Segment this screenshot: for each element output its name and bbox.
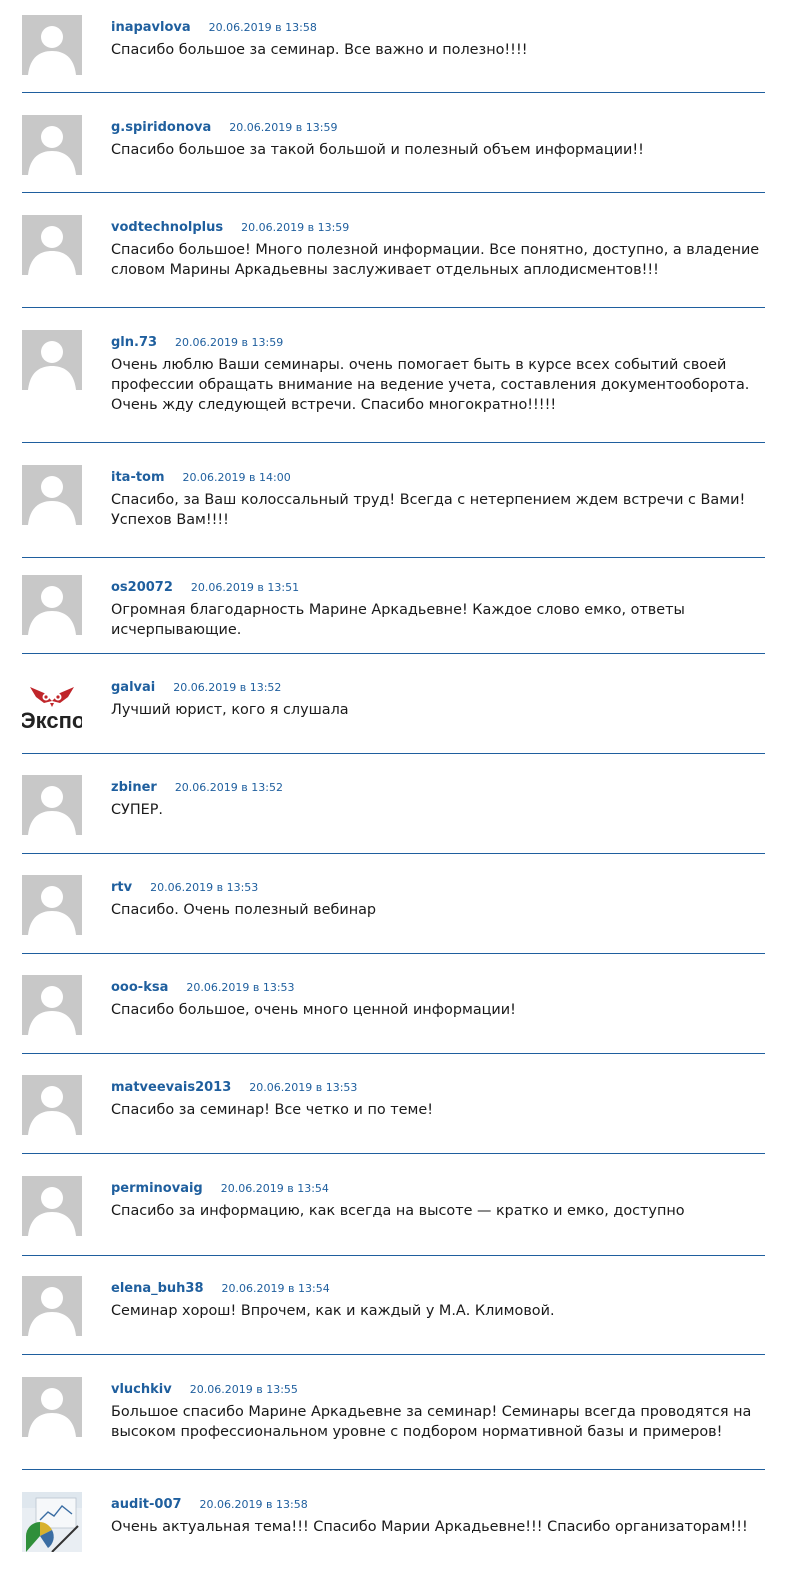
comment-text: Спасибо большое за семинар. Все важно и … (111, 42, 528, 58)
comment-divider (22, 953, 765, 954)
comment-divider (22, 1255, 765, 1256)
comment-text: Очень люблю Ваши семинары. очень помогае… (111, 357, 750, 413)
comment-author-link[interactable]: ita-tom (111, 470, 165, 485)
comment-meta: elena_buh38 20.06.2019 в 13:54 (111, 1279, 330, 1297)
comment-date-link[interactable]: 20.06.2019 в 13:53 (150, 881, 258, 894)
comment-text: Спасибо, за Ваш колоссальный труд! Всегд… (111, 492, 746, 528)
comment-author-link[interactable]: inapavlova (111, 20, 191, 35)
comment-text: Спасибо за информацию, как всегда на выс… (111, 1203, 685, 1219)
comment-divider (22, 557, 765, 558)
comment-date-link[interactable]: 20.06.2019 в 13:54 (221, 1182, 329, 1195)
default-avatar-icon (22, 15, 82, 75)
logo-text: Экспо (22, 708, 82, 733)
comment-divider (22, 1053, 765, 1054)
comment-text: Лучший юрист, кого я слушала (111, 702, 349, 718)
comment-date-link[interactable]: 20.06.2019 в 13:51 (191, 581, 299, 594)
comment-divider (22, 1153, 765, 1154)
comment-meta: audit-007 20.06.2019 в 13:58 (111, 1495, 308, 1513)
comment-author-link[interactable]: os20072 (111, 580, 173, 595)
comment-author-link[interactable]: g.spiridonova (111, 120, 211, 135)
comment-meta: os20072 20.06.2019 в 13:51 (111, 578, 299, 596)
comment-author-link[interactable]: perminovaig (111, 1181, 203, 1196)
default-avatar-icon (22, 330, 82, 390)
comment-text: Огромная благодарность Марине Аркадьевне… (111, 602, 685, 638)
comment-divider (22, 307, 765, 308)
default-avatar-icon (22, 1176, 82, 1236)
comment-author-link[interactable]: gln.73 (111, 335, 157, 350)
default-avatar-icon (22, 775, 82, 835)
comment-text: СУПЕР. (111, 802, 163, 818)
comment-date-link[interactable]: 20.06.2019 в 13:54 (222, 1282, 330, 1295)
default-avatar-icon (22, 215, 82, 275)
comment-date-link[interactable]: 20.06.2019 в 13:59 (241, 221, 349, 234)
comment-divider (22, 192, 765, 193)
comment-meta: gln.73 20.06.2019 в 13:59 (111, 333, 283, 351)
comment-meta: inapavlova 20.06.2019 в 13:58 (111, 18, 317, 36)
default-avatar-icon (22, 575, 82, 635)
comment-divider (22, 92, 765, 93)
comment-date-link[interactable]: 20.06.2019 в 13:53 (249, 1081, 357, 1094)
comment-author-link[interactable]: vluchkiv (111, 1382, 172, 1397)
comment-meta: ooo-ksa 20.06.2019 в 13:53 (111, 978, 295, 996)
default-avatar-icon (22, 1075, 82, 1135)
comment-text: Очень актуальная тема!!! Спасибо Марии А… (111, 1519, 748, 1535)
user-photo-avatar (22, 1492, 82, 1552)
comment-divider (22, 653, 765, 654)
comment-meta: zbiner 20.06.2019 в 13:52 (111, 778, 283, 796)
comment-text: Большое спасибо Марине Аркадьевне за сем… (111, 1404, 752, 1440)
comment-meta: matveevais2013 20.06.2019 в 13:53 (111, 1078, 357, 1096)
comment-date-link[interactable]: 20.06.2019 в 13:58 (209, 21, 317, 34)
default-avatar-icon (22, 975, 82, 1035)
comment-author-link[interactable]: ooo-ksa (111, 980, 168, 995)
comment-text: Семинар хорош! Впрочем, как и каждый у М… (111, 1303, 555, 1319)
comment-divider (22, 442, 765, 443)
comment-meta: perminovaig 20.06.2019 в 13:54 (111, 1179, 329, 1197)
comment-date-link[interactable]: 20.06.2019 в 13:53 (186, 981, 294, 994)
comment-divider (22, 853, 765, 854)
comment-date-link[interactable]: 20.06.2019 в 13:59 (175, 336, 283, 349)
comment-author-link[interactable]: rtv (111, 880, 132, 895)
comment-meta: galvai 20.06.2019 в 13:52 (111, 678, 281, 696)
default-avatar-icon (22, 465, 82, 525)
comment-author-link[interactable]: audit-007 (111, 1497, 182, 1512)
comment-date-link[interactable]: 20.06.2019 в 13:52 (175, 781, 283, 794)
comment-meta: vluchkiv 20.06.2019 в 13:55 (111, 1380, 298, 1398)
default-avatar-icon (22, 115, 82, 175)
comment-author-link[interactable]: elena_buh38 (111, 1281, 204, 1296)
default-avatar-icon (22, 1276, 82, 1336)
comment-date-link[interactable]: 20.06.2019 в 13:59 (229, 121, 337, 134)
comment-date-link[interactable]: 20.06.2019 в 13:58 (200, 1498, 308, 1511)
comment-text: Спасибо. Очень полезный вебинар (111, 902, 377, 918)
comment-author-link[interactable]: galvai (111, 680, 155, 695)
comment-divider (22, 1469, 765, 1470)
comment-text: Спасибо большое за такой большой и полез… (111, 142, 644, 158)
comment-meta: rtv 20.06.2019 в 13:53 (111, 878, 258, 896)
comment-text: Спасибо за семинар! Все четко и по теме! (111, 1102, 433, 1118)
comment-date-link[interactable]: 20.06.2019 в 13:52 (173, 681, 281, 694)
default-avatar-icon (22, 875, 82, 935)
company-logo-avatar: Экспо (22, 675, 82, 735)
comment-text: Спасибо большое, очень много ценной инфо… (111, 1002, 516, 1018)
comment-date-link[interactable]: 20.06.2019 в 13:55 (190, 1383, 298, 1396)
comment-author-link[interactable]: zbiner (111, 780, 157, 795)
comment-date-link[interactable]: 20.06.2019 в 14:00 (183, 471, 291, 484)
comment-author-link[interactable]: matveevais2013 (111, 1080, 231, 1095)
default-avatar-icon (22, 1377, 82, 1437)
comment-meta: vodtechnolplus 20.06.2019 в 13:59 (111, 218, 349, 236)
comment-meta: g.spiridonova 20.06.2019 в 13:59 (111, 118, 337, 136)
comment-divider (22, 1354, 765, 1355)
comment-meta: ita-tom 20.06.2019 в 14:00 (111, 468, 291, 486)
comment-author-link[interactable]: vodtechnolplus (111, 220, 223, 235)
comment-text: Спасибо большое! Много полезной информац… (111, 242, 760, 278)
comment-divider (22, 753, 765, 754)
